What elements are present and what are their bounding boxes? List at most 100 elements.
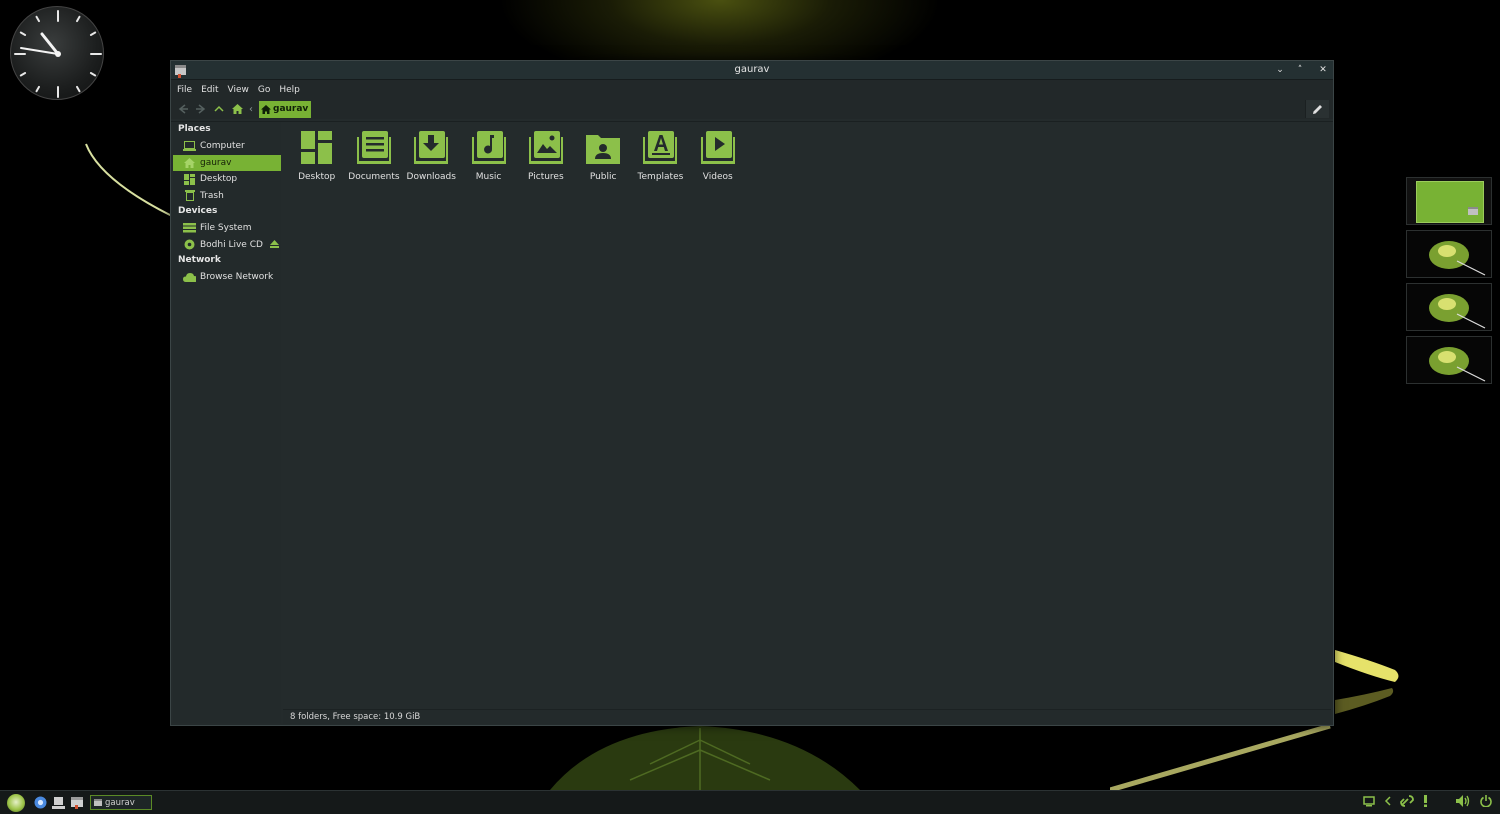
places-header: Places (178, 124, 211, 134)
sidebar-item-bodhi-live-cd[interactable]: Bodhi Live CD (173, 237, 281, 254)
home-icon (231, 104, 243, 114)
menu-edit[interactable]: Edit (201, 85, 218, 95)
taskbar-window-button[interactable]: gaurav (90, 795, 152, 810)
power-icon[interactable] (1480, 795, 1492, 807)
folder-public[interactable]: Public (574, 129, 631, 182)
devices-header: Devices (178, 206, 218, 216)
folder-label: Templates (637, 172, 684, 182)
folder-pictures[interactable]: Pictures (517, 129, 574, 182)
drive-icon (183, 223, 196, 234)
folder-label: Desktop (298, 172, 336, 182)
leaf-thumbnail-icon (1429, 347, 1486, 382)
status-bar: 8 folders, Free space: 10.9 GiB (283, 709, 1331, 724)
arrow-left-icon (178, 104, 188, 114)
window-title: gaurav (734, 64, 770, 75)
toolbar: ‹ gaurav (171, 99, 1333, 119)
pencil-icon (1313, 104, 1322, 114)
breadcrumb-label: gaurav (273, 104, 309, 114)
music-folder-icon (471, 131, 506, 164)
menu-bar: File Edit View Go Help (171, 80, 1333, 99)
close-button[interactable]: ✕ (1316, 64, 1330, 77)
window-titlebar[interactable]: gaurav ⌄ ˄ ✕ (171, 61, 1333, 80)
file-manager-icon[interactable] (52, 796, 65, 809)
leaf-stem-decoration (85, 143, 173, 217)
folder-label: Music (475, 172, 502, 182)
eject-icon[interactable] (270, 239, 279, 251)
downloads-folder-icon (414, 131, 449, 164)
trash-icon (183, 190, 196, 202)
minimize-button[interactable]: ⌄ (1273, 64, 1287, 77)
documents-folder-icon (356, 131, 391, 164)
folder-downloads[interactable]: Downloads (403, 129, 460, 182)
terminal-icon[interactable] (70, 796, 83, 809)
cloud-icon (183, 272, 196, 283)
folder-videos[interactable]: Videos (689, 129, 746, 182)
leaf-thumbnail-icon (1429, 294, 1486, 329)
display-icon[interactable] (1363, 795, 1375, 807)
workspace-pager (1406, 177, 1494, 389)
taskbar: gaurav (0, 790, 1500, 814)
sidebar-item-label: gaurav (200, 157, 232, 168)
sidebar-item-trash[interactable]: Trash (173, 188, 281, 205)
workspace-2[interactable] (1406, 230, 1492, 278)
menu-view[interactable]: View (228, 85, 249, 95)
menu-file[interactable]: File (177, 85, 192, 95)
sidebar-item-file-system[interactable]: File System (173, 220, 281, 237)
sidebar-item-browse-network[interactable]: Browse Network (173, 269, 281, 286)
pictures-folder-icon (528, 131, 563, 164)
cd-icon (183, 239, 196, 250)
alert-icon[interactable] (1423, 795, 1428, 807)
sidebar-item-label: Bodhi Live CD (200, 239, 263, 250)
templates-folder-icon (643, 131, 678, 164)
sidebar-item-label: Computer (200, 141, 245, 152)
edit-location-button[interactable] (1305, 100, 1329, 118)
window-thumbnail-icon (94, 799, 102, 806)
window-body: Places Computer gaurav Desktop Trash Dev… (171, 121, 1333, 725)
taskbar-window-label: gaurav (105, 797, 135, 808)
sidebar-item-computer[interactable]: Computer (173, 138, 281, 155)
menu-go[interactable]: Go (258, 85, 270, 95)
arrow-right-icon (196, 104, 206, 114)
file-view[interactable]: Desktop Documents Downloads Music Pictur… (283, 122, 1331, 709)
folder-label: Pictures (528, 172, 564, 182)
workspace-preview (1416, 181, 1484, 223)
leaf-thumbnail-icon (1429, 241, 1486, 276)
folder-documents[interactable]: Documents (345, 129, 402, 182)
network-link-icon[interactable] (1400, 795, 1414, 807)
up-button[interactable] (211, 101, 227, 117)
menu-help[interactable]: Help (279, 85, 300, 95)
folder-templates[interactable]: Templates (632, 129, 689, 182)
workspace-1[interactable] (1406, 177, 1492, 225)
back-button[interactable] (175, 101, 191, 117)
public-folder-icon (586, 135, 621, 164)
videos-folder-icon (700, 131, 735, 164)
folder-label: Documents (348, 172, 400, 182)
window-thumbnail-icon (1468, 207, 1478, 215)
chrome-icon[interactable] (34, 796, 47, 809)
sidebar-item-label: Trash (200, 190, 224, 201)
sidebar-item-desktop[interactable]: Desktop (173, 171, 281, 188)
start-menu-button[interactable] (7, 793, 25, 812)
path-separator[interactable]: ‹ (247, 101, 255, 117)
breadcrumb-home[interactable]: gaurav (259, 100, 312, 118)
workspace-3[interactable] (1406, 283, 1492, 331)
folder-desktop[interactable]: Desktop (288, 129, 345, 182)
home-icon (261, 104, 271, 114)
home-button[interactable] (229, 101, 245, 117)
file-manager-window: gaurav ⌄ ˄ ✕ File Edit View Go Help ‹ ga… (170, 60, 1334, 726)
folder-label: Public (589, 172, 617, 182)
home-icon (183, 157, 196, 168)
leaf-wallpaper-decoration (550, 726, 860, 790)
network-header: Network (178, 255, 221, 265)
system-tray (1354, 795, 1492, 807)
volume-icon[interactable] (1456, 795, 1471, 807)
sidebar-item-label: Browse Network (200, 272, 274, 283)
folder-label: Videos (702, 172, 733, 182)
sidebar-item-gaurav[interactable]: gaurav (173, 154, 281, 171)
sidebar-item-label: File System (200, 223, 252, 234)
maximize-button[interactable]: ˄ (1293, 64, 1307, 77)
folder-music[interactable]: Music (460, 129, 517, 182)
workspace-4[interactable] (1406, 336, 1492, 384)
forward-button[interactable] (193, 101, 209, 117)
chevron-left-icon[interactable] (1384, 796, 1391, 806)
